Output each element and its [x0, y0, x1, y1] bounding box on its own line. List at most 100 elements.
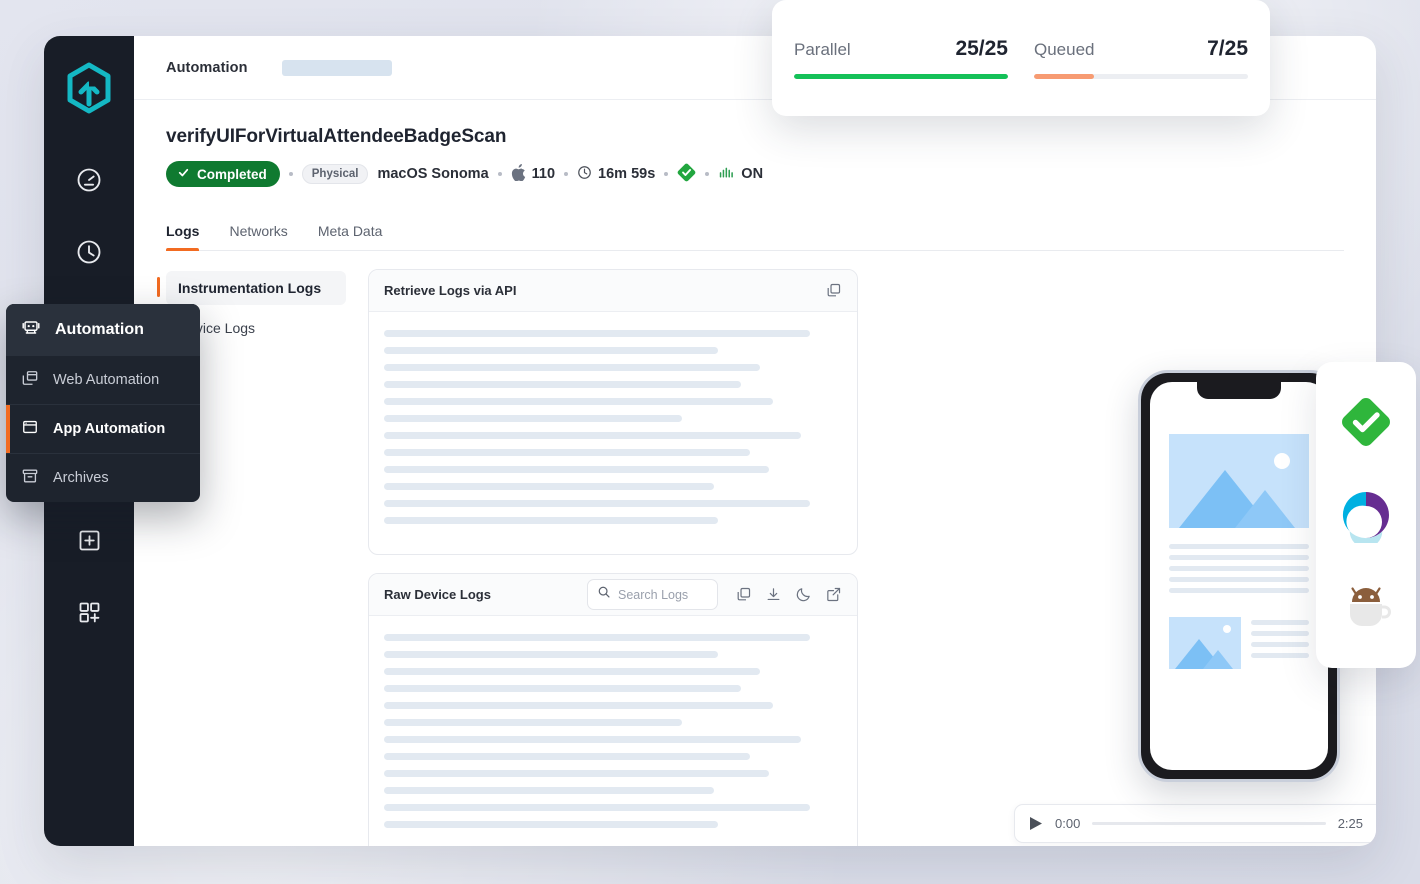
- espresso-icon[interactable]: [1337, 579, 1395, 637]
- tab-logs[interactable]: Logs: [166, 223, 200, 251]
- search-logs-box[interactable]: [587, 579, 718, 610]
- network-state: ON: [718, 165, 763, 184]
- xcuitest-diamond-icon: [677, 163, 696, 186]
- progress-track[interactable]: [1092, 822, 1326, 825]
- stat-bar-fill: [794, 74, 1008, 79]
- copy-icon[interactable]: [825, 282, 842, 299]
- robot-icon: [20, 316, 42, 343]
- log-nav-instrumentation[interactable]: Instrumentation Logs: [157, 271, 346, 305]
- page-title: Automation: [166, 59, 248, 76]
- device-type-pill: Physical: [301, 164, 369, 184]
- card-body-skeleton: [369, 312, 857, 554]
- duration-label: 16m 59s: [598, 166, 656, 182]
- automation-dropdown-menu: Automation Web Automation App Automation…: [6, 304, 200, 502]
- queue-stats-card: Parallel 25/25 Queued 7/25: [772, 0, 1270, 116]
- stat-bar-fill: [1034, 74, 1094, 79]
- stat-parallel: Parallel 25/25: [794, 37, 1008, 79]
- menu-item-app-automation[interactable]: App Automation: [6, 405, 200, 454]
- plus-square-icon: [76, 527, 103, 554]
- card-tools: [825, 282, 842, 299]
- windows-copy-icon: [20, 368, 40, 392]
- phone-mockup: [1138, 370, 1340, 782]
- check-icon: [177, 166, 190, 182]
- separator-dot: [705, 172, 710, 176]
- download-icon[interactable]: [765, 586, 782, 603]
- app-hero-image: [1169, 434, 1309, 528]
- video-player-controls: 0:00 2:25: [1014, 804, 1376, 843]
- sidebar-item-integrations[interactable]: [59, 576, 119, 648]
- stat-label: Queued: [1034, 40, 1095, 59]
- xcuitest-check-icon[interactable]: [1337, 393, 1395, 451]
- current-time: 0:00: [1055, 816, 1081, 831]
- stat-queued: Queued 7/25: [1034, 37, 1248, 79]
- card-tools: [587, 579, 842, 610]
- os-label: macOS Sonoma: [377, 166, 489, 182]
- play-icon[interactable]: [1029, 816, 1043, 831]
- build-info: 110: [511, 163, 556, 185]
- stat-label: Parallel: [794, 40, 851, 59]
- stat-value: 7/25: [1207, 37, 1248, 60]
- run-title: verifyUIForVirtualAttendeeBadgeScan: [166, 126, 507, 147]
- search-input[interactable]: [618, 587, 706, 602]
- phone-screen: [1150, 382, 1328, 770]
- tab-bar: Logs Networks Meta Data: [166, 207, 1344, 251]
- separator-dot: [497, 172, 502, 176]
- card-body-skeleton: [369, 616, 857, 846]
- clock-history-icon: [75, 238, 103, 266]
- stat-value: 25/25: [955, 37, 1008, 60]
- status-badge-label: Completed: [197, 166, 267, 182]
- card-header: Raw Device Logs: [369, 574, 857, 616]
- card-header: Retrieve Logs via API: [369, 270, 857, 312]
- build-number: 110: [531, 166, 556, 182]
- clock-icon: [577, 165, 592, 184]
- stat-bar-track: [794, 74, 1008, 79]
- menu-item-label: App Automation: [53, 421, 166, 437]
- menu-item-archives[interactable]: Archives: [6, 454, 200, 502]
- separator-dot: [288, 172, 293, 176]
- sidebar-item-history[interactable]: [59, 216, 119, 288]
- duration-info: 16m 59s: [577, 165, 655, 184]
- run-meta-row: Completed Physical macOS Sonoma 110 16m …: [166, 161, 1344, 187]
- separator-dot: [564, 172, 569, 176]
- menu-item-label: Automation: [55, 320, 144, 338]
- topbar-skeleton: [281, 59, 392, 76]
- network-label: ON: [741, 166, 764, 182]
- network-signal-icon: [718, 165, 735, 184]
- phone-notch: [1197, 382, 1281, 399]
- log-cards: Retrieve Logs via API Raw Device Logs Se…: [368, 269, 858, 846]
- card-retrieve-logs-api: Retrieve Logs via API: [368, 269, 858, 555]
- app-window-icon: [20, 417, 40, 441]
- card-raw-device-logs: Raw Device Logs: [368, 573, 858, 846]
- grid-plus-icon: [76, 599, 103, 626]
- appium-circle-icon[interactable]: [1337, 486, 1395, 544]
- menu-item-web-automation[interactable]: Web Automation: [6, 356, 200, 405]
- menu-item-label: Archives: [53, 470, 109, 486]
- content-area: verifyUIForVirtualAttendeeBadgeScan Comp…: [134, 100, 1376, 846]
- external-link-icon[interactable]: [825, 586, 842, 603]
- menu-header-automation[interactable]: Automation: [6, 304, 200, 356]
- sidebar-item-new[interactable]: [59, 504, 119, 576]
- speedometer-icon: [75, 166, 103, 194]
- stat-bar-track: [1034, 74, 1248, 79]
- separator-dot: [664, 172, 669, 176]
- app-thumb-image: [1169, 617, 1241, 669]
- menu-item-label: Web Automation: [53, 372, 160, 388]
- main-area: Automation verifyUIForVirtualAttendeeBad…: [134, 36, 1376, 846]
- tab-meta-data[interactable]: Meta Data: [318, 223, 383, 250]
- screen-root: Automation verifyUIForVirtualAttendeeBad…: [0, 0, 1420, 884]
- duration-time: 2:25: [1337, 816, 1363, 831]
- card-title: Retrieve Logs via API: [384, 283, 517, 298]
- framework-tool-rail: [1316, 362, 1416, 668]
- copy-icon[interactable]: [735, 586, 752, 603]
- tab-networks[interactable]: Networks: [229, 223, 287, 250]
- moon-icon[interactable]: [795, 586, 812, 603]
- archive-icon: [20, 466, 40, 490]
- apple-icon: [511, 163, 526, 185]
- camera-icon[interactable]: [1375, 815, 1376, 832]
- brand-logo[interactable]: [66, 62, 112, 114]
- sidebar-item-dashboard[interactable]: [59, 144, 119, 216]
- app-window: Automation verifyUIForVirtualAttendeeBad…: [44, 36, 1376, 846]
- card-title: Raw Device Logs: [384, 587, 491, 602]
- status-badge: Completed: [166, 161, 280, 187]
- search-icon: [597, 585, 611, 604]
